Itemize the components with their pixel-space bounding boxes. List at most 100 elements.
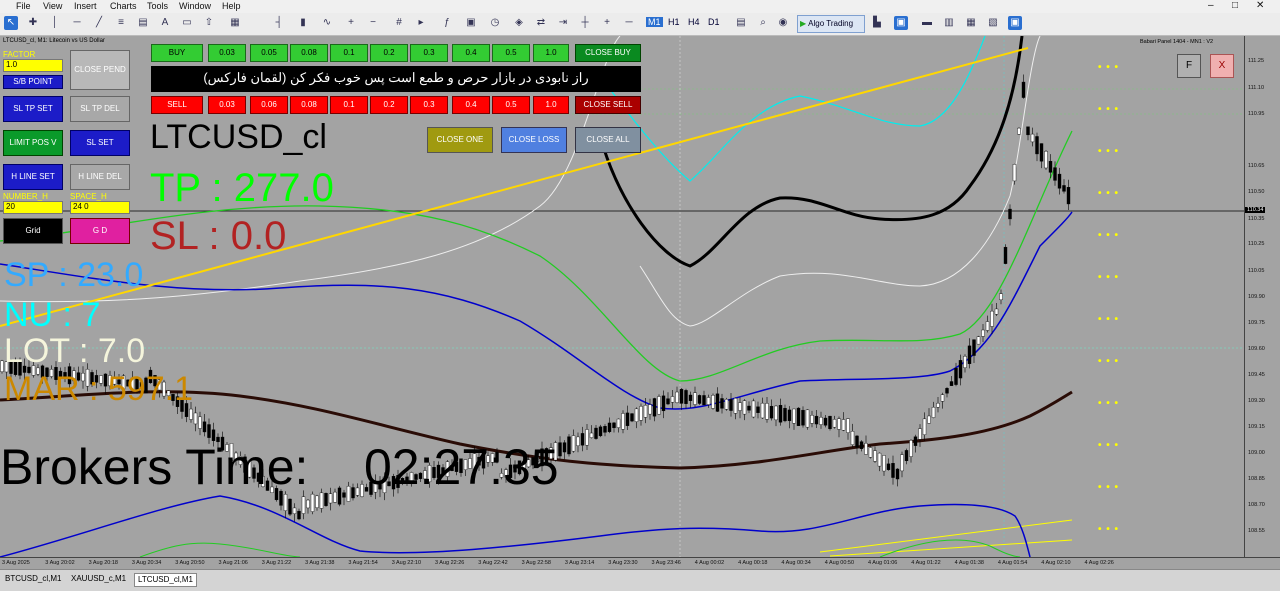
tf-d1[interactable]: D1: [708, 17, 720, 27]
indicators-icon[interactable]: ƒ: [440, 16, 454, 30]
crosshair-plus-icon[interactable]: +: [600, 16, 614, 30]
sl-tp-set-button[interactable]: SL TP SET: [3, 96, 63, 122]
sell-lot-button[interactable]: 0.5: [492, 96, 530, 114]
gd-button[interactable]: G D: [70, 218, 130, 244]
buy-lot-button[interactable]: 0.1: [330, 44, 368, 62]
zoom-out-icon[interactable]: −: [366, 16, 380, 30]
periods-icon[interactable]: ◷: [488, 16, 502, 30]
close-pend-button[interactable]: CLOSE PEND: [70, 50, 130, 90]
space-h-input[interactable]: 24 0: [70, 201, 130, 214]
market-watch-icon[interactable]: ◉: [776, 16, 790, 30]
sl-set-button[interactable]: SL SET: [70, 130, 130, 156]
sl-tp-del-button[interactable]: SL TP DEL: [70, 96, 130, 122]
data-window-icon[interactable]: ▧: [986, 16, 1000, 30]
candles-icon[interactable]: ▮: [296, 16, 310, 30]
terminal-icon[interactable]: ▦: [964, 16, 978, 30]
line-chart-icon[interactable]: ∿: [320, 16, 334, 30]
window-icon[interactable]: ▣: [894, 16, 908, 30]
menu-view[interactable]: View: [43, 1, 62, 11]
tf-h4[interactable]: H4: [688, 17, 700, 27]
buy-lot-button[interactable]: 1.0: [533, 44, 569, 62]
tf-h1[interactable]: H1: [668, 17, 680, 27]
mirror-icon[interactable]: ⇄: [534, 16, 548, 30]
buy-button[interactable]: BUY: [151, 44, 203, 62]
h-line-del-button[interactable]: H LINE DEL: [70, 164, 130, 190]
f-button[interactable]: F: [1177, 54, 1201, 78]
tab-btcusd[interactable]: BTCUSD_cl,M1: [2, 573, 64, 585]
new-order-icon[interactable]: ▤: [734, 16, 748, 30]
number-h-input[interactable]: 20: [3, 201, 63, 214]
menu-window[interactable]: Window: [179, 1, 211, 11]
sell-lot-button[interactable]: 0.1: [330, 96, 368, 114]
sell-lot-button[interactable]: 0.2: [370, 96, 408, 114]
close-one-button[interactable]: CLOSE ONE: [427, 127, 493, 153]
crosshair-small-icon[interactable]: ┼: [578, 16, 592, 30]
vertical-line-icon[interactable]: │: [48, 16, 62, 30]
templates-icon[interactable]: ▣: [464, 16, 478, 30]
price-chart[interactable]: FACTOR 1.0 S/B POINT CLOSE PEND SL TP SE…: [0, 36, 1244, 557]
label-icon[interactable]: ▭: [180, 16, 194, 30]
tab-ltcusd[interactable]: LTCUSD_cl,M1: [134, 573, 197, 587]
price-axis[interactable]: 111.25 111.10 110.95 110.65 110.50 110.3…: [1244, 36, 1280, 557]
grid-icon[interactable]: #: [392, 16, 406, 30]
sell-lot-button[interactable]: 1.0: [533, 96, 569, 114]
zoom-in-icon[interactable]: +: [344, 16, 358, 30]
sb-point-button[interactable]: S/B POINT: [3, 75, 63, 89]
factor-input[interactable]: 1.0: [3, 59, 63, 72]
menu-tools[interactable]: Tools: [147, 1, 168, 11]
chart-shift-icon[interactable]: ⇥: [556, 16, 570, 30]
horizontal-line-icon[interactable]: ─: [70, 16, 84, 30]
buy-lot-button[interactable]: 0.05: [250, 44, 288, 62]
limit-pos-v-button[interactable]: LIMIT POS V: [3, 130, 63, 156]
level-dots: • • •: [1098, 62, 1120, 73]
cursor-icon[interactable]: ↖: [4, 16, 18, 30]
arrow-icon[interactable]: ⇧: [202, 16, 216, 30]
fibo-icon[interactable]: ▤: [136, 16, 150, 30]
menu-file[interactable]: File: [16, 1, 31, 11]
buy-lot-button[interactable]: 0.3: [410, 44, 448, 62]
algo-trading-button[interactable]: ▶ Algo Trading: [797, 15, 865, 33]
sell-button[interactable]: SELL: [151, 96, 203, 114]
menu-charts[interactable]: Charts: [110, 1, 137, 11]
channel-icon[interactable]: ≡: [114, 16, 128, 30]
close-loss-button[interactable]: CLOSE LOSS: [501, 127, 567, 153]
buy-lot-button[interactable]: 0.4: [452, 44, 490, 62]
grid-button[interactable]: Grid: [3, 218, 63, 244]
objects-icon[interactable]: ◈: [512, 16, 526, 30]
close-sell-button[interactable]: CLOSE SELL: [575, 96, 641, 114]
maximize-icon[interactable]: □: [1232, 0, 1238, 11]
buy-lot-button[interactable]: 0.08: [290, 44, 328, 62]
nu-label: NU : 7: [4, 296, 101, 334]
close-buy-button[interactable]: CLOSE BUY: [575, 44, 641, 62]
signals-icon[interactable]: ▙: [870, 16, 884, 30]
tab-xauusd[interactable]: XAUUSD_c,M1: [68, 573, 129, 585]
search-icon[interactable]: ⌕: [756, 16, 770, 30]
menu-insert[interactable]: Insert: [74, 1, 97, 11]
trendline-icon[interactable]: ╱: [92, 16, 106, 30]
buy-lot-button[interactable]: 0.5: [492, 44, 530, 62]
tf-m1[interactable]: M1: [646, 17, 663, 27]
level-dots: • • •: [1098, 356, 1120, 367]
navigator-icon[interactable]: ▥: [942, 16, 956, 30]
menu-help[interactable]: Help: [222, 1, 241, 11]
bar-chart-icon[interactable]: ┤: [272, 16, 286, 30]
sell-lot-button[interactable]: 0.03: [208, 96, 246, 114]
shapes-icon[interactable]: ▦: [228, 16, 242, 30]
crosshair-icon[interactable]: ✚: [26, 16, 40, 30]
text-icon[interactable]: A: [158, 16, 172, 30]
sell-lot-button[interactable]: 0.3: [410, 96, 448, 114]
autoscroll-icon[interactable]: ▸: [414, 16, 428, 30]
tester-icon[interactable]: ▣: [1008, 16, 1022, 30]
dash-icon[interactable]: ─: [622, 16, 636, 30]
buy-lot-button[interactable]: 0.2: [370, 44, 408, 62]
sell-lot-button[interactable]: 0.06: [250, 96, 288, 114]
folder-icon[interactable]: ▬: [920, 16, 934, 30]
h-line-set-button[interactable]: H LINE SET: [3, 164, 63, 190]
close-all-button[interactable]: CLOSE ALL: [575, 127, 641, 153]
minimize-icon[interactable]: –: [1208, 0, 1214, 11]
buy-lot-button[interactable]: 0.03: [208, 44, 246, 62]
sell-lot-button[interactable]: 0.08: [290, 96, 328, 114]
sell-lot-button[interactable]: 0.4: [452, 96, 490, 114]
close-icon[interactable]: ✕: [1256, 0, 1264, 11]
x-button[interactable]: X: [1210, 54, 1234, 78]
